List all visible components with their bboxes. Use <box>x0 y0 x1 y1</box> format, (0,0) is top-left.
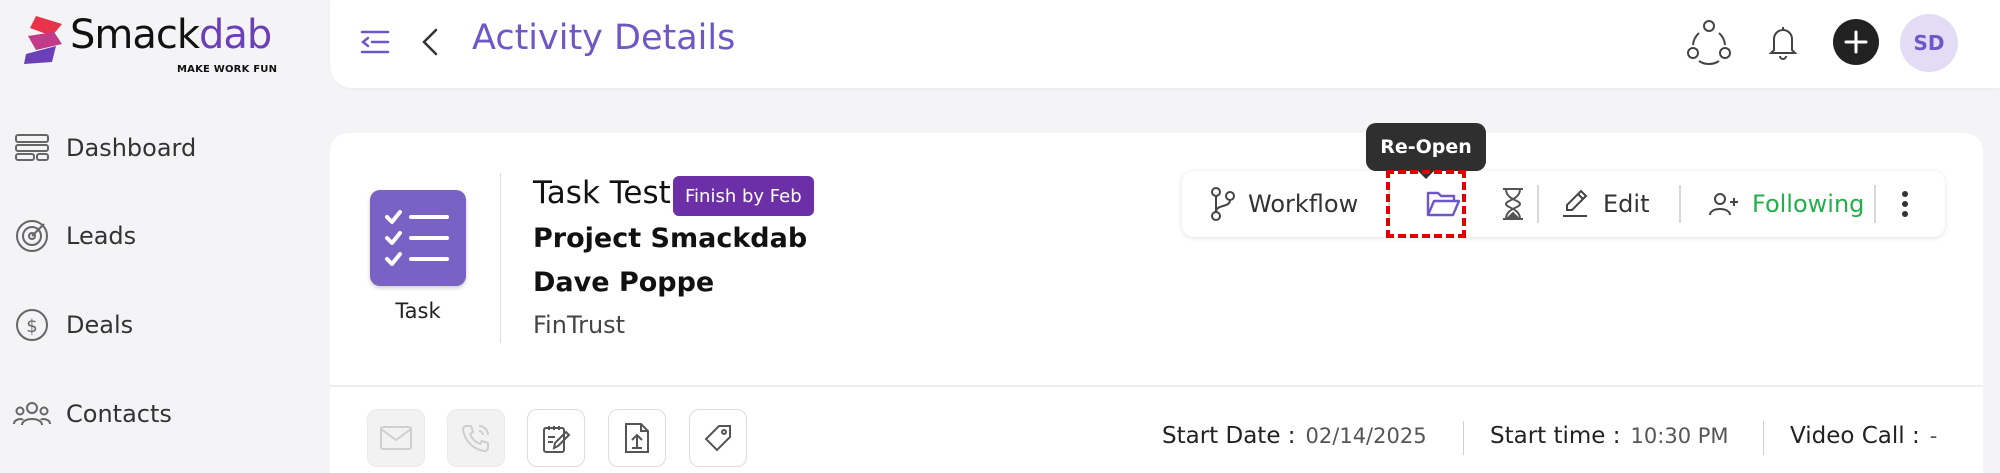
start-date-label: Start Date : <box>1162 423 1296 449</box>
contact-name[interactable]: Dave Poppe <box>533 267 714 298</box>
vertical-divider <box>500 173 501 343</box>
toolbar-divider <box>1537 185 1539 223</box>
start-date-value: 02/14/2025 <box>1305 424 1427 448</box>
svg-text:$: $ <box>26 316 37 337</box>
sidebar-item-label: Leads <box>66 222 137 250</box>
video-call: Video Call :- <box>1790 423 1937 449</box>
add-new-button[interactable] <box>1833 19 1879 65</box>
plus-icon <box>1844 30 1868 54</box>
contacts-icon <box>12 394 52 434</box>
workflow-button[interactable]: Workflow <box>1210 171 1358 237</box>
sidebar-item-deals[interactable]: $ Deals <box>12 303 312 347</box>
project-name[interactable]: Project Smackdab <box>533 223 807 254</box>
sidebar-item-label: Dashboard <box>66 134 197 162</box>
start-time-value: 10:30 PM <box>1630 424 1729 448</box>
task-type-icon <box>370 190 466 286</box>
pencil-icon <box>1563 189 1588 217</box>
top-header: Activity Details SD <box>330 0 2000 88</box>
activity-detail-card: Task Task Test Finish by Feb Project Sma… <box>330 133 1983 473</box>
video-call-label: Video Call : <box>1790 423 1920 449</box>
sidebar: Smackdab MAKE WORK FUN Dashboard Leads $… <box>0 0 330 473</box>
upload-file-button[interactable] <box>608 409 666 467</box>
following-label: Following <box>1752 190 1865 218</box>
toolbar-divider <box>1679 185 1681 223</box>
file-upload-icon <box>625 423 649 453</box>
reopen-tooltip: Re-Open <box>1366 123 1486 179</box>
sidebar-item-label: Contacts <box>66 400 172 428</box>
tag-button[interactable] <box>689 409 747 467</box>
company-name[interactable]: FinTrust <box>533 311 625 339</box>
note-button[interactable] <box>527 409 585 467</box>
start-date: Start Date : 02/14/2025 <box>1162 423 1427 449</box>
video-call-value: - <box>1929 424 1938 448</box>
meta-divider <box>1763 421 1764 455</box>
email-button[interactable] <box>367 409 425 467</box>
meta-divider <box>1463 421 1464 455</box>
team-network-icon[interactable] <box>1683 16 1735 68</box>
following-button[interactable]: Following <box>1708 171 1864 237</box>
collapse-menu-icon[interactable] <box>356 22 396 62</box>
more-options-button[interactable] <box>1900 171 1910 237</box>
kebab-menu-icon <box>1902 191 1908 217</box>
toolbar-divider <box>1874 185 1876 223</box>
edit-label: Edit <box>1603 190 1650 218</box>
sidebar-item-contacts[interactable]: Contacts <box>12 392 312 436</box>
page-title: Activity Details <box>472 18 736 58</box>
notification-bell-icon[interactable] <box>1757 16 1809 68</box>
sidebar-item-leads[interactable]: Leads <box>12 214 312 258</box>
dollar-icon: $ <box>12 305 52 345</box>
logo-text: Smackdab <box>70 12 272 58</box>
sidebar-item-label: Deals <box>66 311 134 339</box>
user-plus-icon <box>1709 193 1738 216</box>
tag-icon <box>704 425 731 452</box>
activity-toolbar: Workflow Edit Following <box>1182 171 1945 237</box>
logo-tagline: MAKE WORK FUN <box>177 64 278 75</box>
call-button[interactable] <box>447 409 505 467</box>
sidebar-item-dashboard[interactable]: Dashboard <box>12 126 312 170</box>
note-edit-icon <box>543 426 571 453</box>
edit-button[interactable]: Edit <box>1559 171 1649 237</box>
back-arrow-icon[interactable] <box>416 22 446 62</box>
hourglass-button[interactable] <box>1500 171 1526 237</box>
activity-type-label: Task <box>395 299 441 323</box>
reopen-highlight <box>1386 170 1466 238</box>
avatar[interactable]: SD <box>1900 14 1958 72</box>
target-icon <box>12 216 52 256</box>
smackdab-logo[interactable]: Smackdab MAKE WORK FUN <box>22 12 282 75</box>
hourglass-icon <box>1503 188 1523 220</box>
activity-title: Task Test <box>533 175 671 211</box>
logo-mark-icon <box>24 16 62 64</box>
start-time-label: Start time : <box>1490 423 1621 449</box>
workflow-branch-icon <box>1211 187 1235 221</box>
workflow-label: Workflow <box>1248 190 1359 218</box>
mail-icon <box>380 426 412 450</box>
section-divider <box>330 385 1983 387</box>
start-time: Start time : 10:30 PM <box>1490 423 1729 449</box>
status-badge: Finish by Feb <box>673 176 814 216</box>
phone-icon <box>461 425 489 453</box>
dashboard-icon <box>12 128 52 168</box>
